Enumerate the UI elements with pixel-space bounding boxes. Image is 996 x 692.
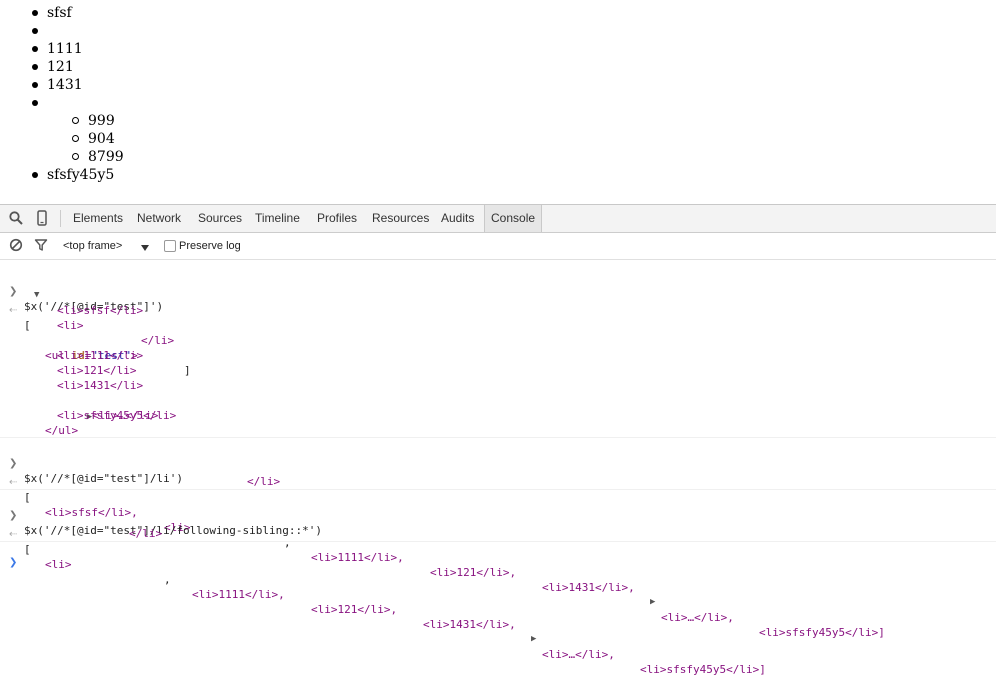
dom-node[interactable]: <li>121</li>, (430, 565, 516, 580)
console-output: ❯ $x('//*[@id="test"]') ⇠ [ ▼ <ul id="te… (0, 260, 996, 676)
entry-divider (0, 437, 996, 438)
dom-node[interactable]: <li> (45, 557, 72, 572)
dropdown-arrow-icon[interactable] (140, 240, 154, 254)
dom-node[interactable]: <li>…</li>, (542, 647, 615, 662)
preserve-log-label[interactable]: Preserve log (179, 233, 241, 259)
console-input-line: ❯ $x('//*[@id="test"]') (0, 269, 996, 313)
dom-node[interactable]: </ul> (45, 423, 78, 438)
console-result-line: ⇠ [ <li> , <li>1111</li>, <li>121</li>, … (0, 512, 996, 676)
expand-triangle-icon[interactable]: ▼ (34, 288, 39, 303)
console-filterbar: <top frame> Preserve log (0, 233, 996, 260)
dom-node[interactable]: <li>sfsf</li> (57, 303, 143, 318)
dom-node[interactable]: <li>1111</li>, (192, 587, 285, 602)
prompt-chevron-icon: ❯ (9, 557, 18, 568)
dom-node[interactable]: <li>sfsfy45y5</li> (57, 408, 176, 423)
list-item: 1111 (32, 41, 83, 57)
console-result-line: ⇠ [ <li>sfsf</li>, <li> , <li>1111</li>,… (0, 460, 996, 639)
search-icon[interactable] (8, 210, 24, 226)
tab-audits[interactable]: Audits (441, 205, 474, 232)
clear-console-icon[interactable] (9, 238, 23, 252)
separator: , (164, 573, 171, 586)
nested-list-item: 904 (72, 131, 115, 147)
devtools-tabbar: Elements Network Sources Timeline Profil… (0, 205, 996, 233)
entry-divider (0, 489, 996, 490)
tab-sources[interactable]: Sources (198, 205, 242, 232)
tab-console[interactable]: Console (484, 205, 543, 232)
tab-network[interactable]: Network (137, 205, 181, 232)
device-mode-icon[interactable] (34, 210, 50, 226)
dom-node[interactable]: <li>…</li>, (661, 610, 734, 625)
dom-node[interactable]: <li>121</li> (57, 363, 136, 378)
dom-node[interactable]: <li>1111</li> (57, 348, 143, 363)
expand-triangle-icon[interactable]: ▶ (531, 632, 536, 647)
dom-node[interactable]: </li> (141, 333, 174, 348)
open-bracket: [ (24, 319, 31, 332)
tab-timeline[interactable]: Timeline (255, 205, 300, 232)
preserve-log-checkbox[interactable] (164, 240, 176, 252)
dom-node[interactable]: </li> (247, 474, 280, 489)
dom-node[interactable]: <li>1431</li>, (542, 580, 635, 595)
dom-node[interactable]: <li>1431</li>, (423, 617, 516, 632)
dom-node[interactable]: </li> (129, 526, 162, 541)
tab-profiles[interactable]: Profiles (317, 205, 357, 232)
nested-list-item: 999 (72, 113, 115, 129)
list-item: sfsfy45y5 (31, 167, 115, 183)
console-input-line: ❯ $x('//*[@id="test"]/li/following-sibli… (0, 493, 996, 537)
list-item: sfsf (32, 5, 72, 21)
console-prompt-line[interactable]: ❯ (0, 540, 996, 568)
tab-resources[interactable]: Resources (372, 205, 429, 232)
frame-select[interactable]: <top frame> (63, 233, 122, 259)
dom-node[interactable]: <li>121</li>, (311, 602, 397, 617)
list-item: 1431 (32, 77, 83, 93)
dom-node[interactable]: <li>1431</li> (57, 378, 143, 393)
result-arrow-icon: ⇠ (9, 477, 18, 488)
nested-list-item: 8799 (72, 149, 124, 165)
rendered-page: sfsf 1111 121 1431 999 904 8799 sfsfy45y… (0, 0, 996, 204)
dom-node[interactable]: <li> (57, 318, 84, 333)
close-bracket: ] (184, 364, 191, 377)
filter-icon[interactable] (34, 238, 48, 252)
result-arrow-icon: ⇠ (9, 305, 18, 316)
list-item: 121 (32, 59, 74, 75)
devtools-panel: Elements Network Sources Timeline Profil… (0, 204, 996, 676)
dom-node[interactable]: <li>sfsfy45y5</li>] (640, 662, 766, 677)
console-result-line: ⇠ [ ▼ <ul id="test"> ] (0, 288, 996, 377)
tab-elements[interactable]: Elements (73, 205, 123, 232)
collapsed-dom-node[interactable]: ▶<li>…</li> (47, 393, 159, 422)
console-input-line: ❯ $x('//*[@id="test"]/li') (0, 441, 996, 485)
toolbar-divider (60, 210, 61, 227)
dom-node[interactable]: <li>sfsfy45y5</li>] (759, 625, 885, 640)
expand-triangle-icon[interactable]: ▶ (650, 595, 655, 610)
